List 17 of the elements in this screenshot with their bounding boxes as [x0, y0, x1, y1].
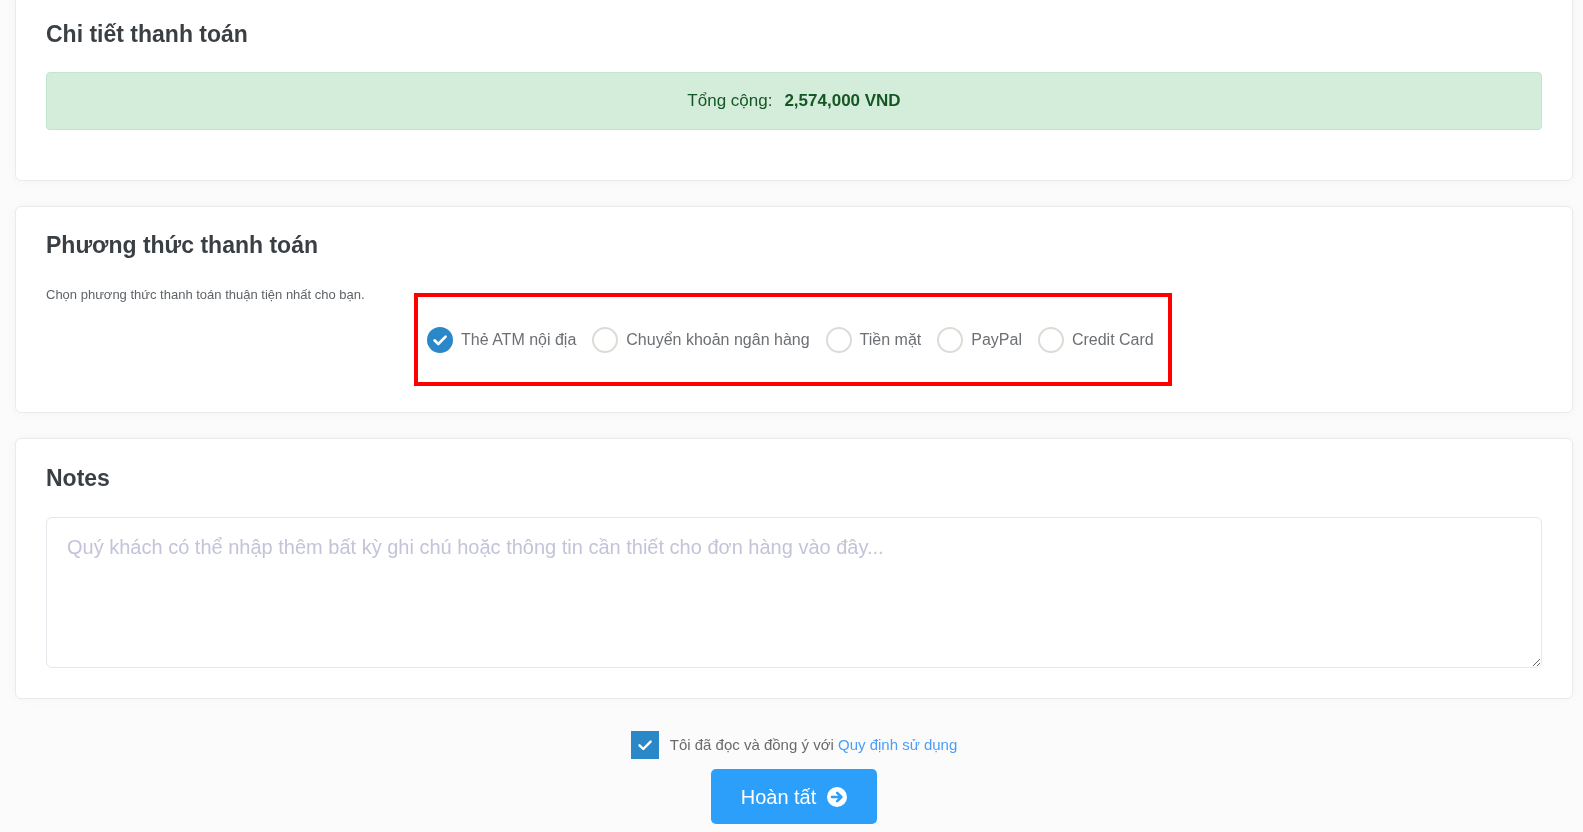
arrow-circle-icon [827, 786, 848, 807]
section-title: Notes [46, 464, 110, 492]
agreement-text: Tôi đã đọc và đồng ý với Quy định sử dụng [669, 735, 958, 755]
payment-option[interactable]: Tiền mặt [825, 326, 922, 353]
terms-link[interactable]: Quy định sử dụng [838, 736, 958, 753]
payment-option[interactable]: Credit Card [1037, 326, 1154, 353]
total-value: 2,574,000 VND [784, 90, 901, 113]
section-title: Chi tiết thanh toán [46, 20, 248, 48]
agreement-checkbox[interactable] [630, 731, 659, 759]
total-label: Tổng cộng: [687, 90, 773, 113]
payment-option[interactable]: Chuyển khoản ngân hàng [592, 326, 810, 353]
payment-option[interactable]: PayPal [937, 326, 1022, 353]
section-title: Phương thức thanh toán [46, 231, 318, 259]
notes-textarea[interactable]: Quý khách có thể nhập thêm bất kỳ ghi chú hoặc thông tin cần thiết cho đơn hàng vào đây... [46, 517, 1542, 668]
submit-button[interactable]: Hoàn tất [711, 769, 877, 824]
payment-option[interactable]: Thẻ ATM nội địa [427, 326, 577, 353]
section-description: Chọn phương thức thanh toán thuận tiện nhất cho bạn. [46, 287, 365, 303]
